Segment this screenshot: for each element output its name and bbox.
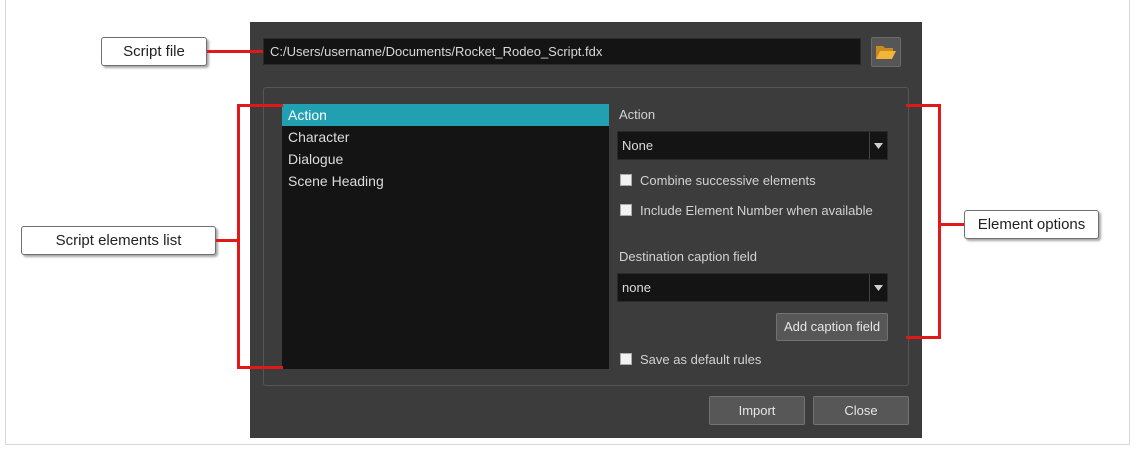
checkbox-box[interactable]: [620, 204, 632, 216]
action-dropdown-value: None: [622, 138, 654, 153]
checkbox-box[interactable]: [620, 353, 632, 365]
destination-caption-dropdown[interactable]: none: [617, 273, 888, 302]
callout-element-options: Element options: [964, 210, 1099, 239]
save-default-rules-checkbox[interactable]: Save as default rules: [620, 351, 761, 367]
callout-script-file: Script file: [101, 37, 207, 66]
list-item[interactable]: Action: [282, 104, 609, 126]
import-button[interactable]: Import: [709, 396, 805, 425]
list-item[interactable]: Character: [282, 126, 609, 148]
action-dropdown[interactable]: None: [617, 131, 888, 160]
list-item[interactable]: Scene Heading: [282, 170, 609, 192]
action-section-title: Action: [619, 107, 656, 122]
script-elements-list[interactable]: Action Character Dialogue Scene Heading: [282, 104, 609, 369]
open-folder-icon: [876, 46, 896, 59]
browse-button[interactable]: [871, 37, 901, 67]
bracket-top: [237, 104, 283, 107]
include-element-number-checkbox[interactable]: Include Element Number when available: [620, 202, 873, 218]
destination-dropdown-value: none: [622, 280, 651, 295]
include-element-number-label: Include Element Number when available: [640, 202, 873, 218]
bracket-top: [906, 104, 941, 107]
chevron-down-icon: [869, 274, 887, 301]
chevron-down-icon: [869, 132, 887, 159]
callout-connector: [216, 239, 239, 242]
combine-elements-checkbox[interactable]: Combine successive elements: [620, 172, 816, 188]
callout-connector: [207, 50, 263, 53]
list-item[interactable]: Dialogue: [282, 148, 609, 170]
combine-elements-label: Combine successive elements: [640, 172, 816, 188]
callout-connector: [938, 223, 964, 226]
close-button[interactable]: Close: [813, 396, 909, 425]
script-file-path-field[interactable]: C:/Users/username/Documents/Rocket_Rodeo…: [263, 38, 861, 65]
bracket-bottom: [906, 336, 941, 339]
callout-script-elements-list: Script elements list: [21, 226, 216, 255]
save-default-rules-label: Save as default rules: [640, 351, 762, 367]
checkbox-box[interactable]: [620, 174, 632, 186]
bracket-bottom: [237, 366, 283, 369]
bracket-vertical: [938, 104, 941, 339]
destination-caption-label: Destination caption field: [619, 249, 758, 264]
add-caption-field-button[interactable]: Add caption field: [776, 313, 888, 341]
bracket-vertical: [237, 104, 240, 369]
